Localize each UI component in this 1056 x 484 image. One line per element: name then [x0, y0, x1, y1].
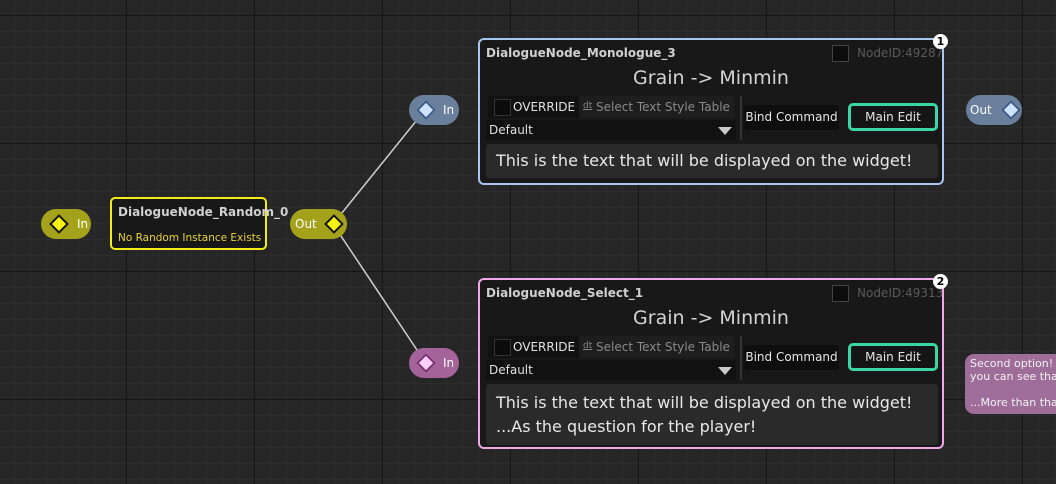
option-line — [970, 383, 1056, 396]
override-checkbox[interactable] — [494, 99, 511, 116]
random-node[interactable]: DialogueNode_Random_0 No Random Instance… — [110, 197, 288, 250]
monologue-out-pin[interactable]: Out — [966, 95, 1022, 125]
wire-to-select — [332, 223, 426, 363]
random-out-label: Out — [295, 217, 317, 231]
override-label: OVERRIDE — [513, 340, 576, 354]
style-combo[interactable]: Default — [486, 120, 736, 140]
monologue-in-pin[interactable]: In — [409, 95, 459, 125]
text-style-placeholder: Select Text Style Table — [596, 100, 730, 114]
speaker-heading: Grain -> Minmin — [633, 67, 789, 89]
node-checkbox[interactable] — [832, 285, 849, 302]
dialogue-text[interactable]: This is the text that will be displayed … — [486, 144, 938, 178]
override-checkbox[interactable] — [494, 339, 511, 356]
pin-diamond-icon — [323, 214, 344, 234]
pin-diamond-icon — [416, 100, 436, 120]
monologue-in-label: In — [443, 103, 455, 117]
pin-diamond-icon — [1000, 100, 1021, 120]
select-in-pin[interactable]: In — [409, 348, 459, 378]
combo-value: Default — [489, 123, 533, 137]
datatable-icon: dt — [583, 101, 593, 111]
combo-value: Default — [489, 363, 533, 377]
node-index-badge: 2 — [933, 274, 948, 289]
node-id: NodeID:49287 — [857, 46, 944, 60]
text-style-table-selector[interactable]: dt Select Text Style Table — [579, 96, 734, 118]
bind-command-button[interactable]: Bind Command — [744, 105, 839, 130]
style-combo[interactable]: Default — [486, 360, 736, 380]
node-id: NodeID:49313 — [857, 286, 944, 300]
style-row: OVERRIDE dt Select Text Style Table — [488, 336, 734, 358]
random-in-pin[interactable]: In — [41, 209, 91, 239]
monologue-out-label: Out — [970, 103, 992, 117]
option-line: Second option! — [970, 357, 1054, 370]
wire-to-monologue — [332, 109, 426, 225]
dialogue-line: This is the text that will be displayed … — [496, 151, 913, 170]
node-index-badge: 1 — [933, 34, 948, 49]
dialogue-line: ...As the question for the player! — [496, 417, 757, 436]
datatable-icon: dt — [583, 341, 593, 351]
node-title: DialogueNode_Monologue_3 — [486, 46, 676, 60]
select-node[interactable]: DialogueNode_Select_1 NodeID:49313 2 Gra… — [478, 274, 948, 449]
pin-diamond-icon — [416, 353, 436, 373]
option-line: you can see tha — [970, 370, 1056, 383]
pin-diamond-icon — [49, 214, 69, 234]
random-node-status: No Random Instance Exists — [118, 232, 262, 244]
main-edit-button[interactable]: Main Edit — [848, 103, 938, 131]
node-checkbox[interactable] — [832, 45, 849, 62]
main-edit-button[interactable]: Main Edit — [848, 343, 938, 371]
option-line: ...More than tha — [970, 396, 1056, 409]
speaker-heading: Grain -> Minmin — [633, 307, 789, 329]
random-node-title: DialogueNode_Random_0 — [118, 205, 289, 219]
divider — [740, 96, 742, 140]
dialogue-text[interactable]: This is the text that will be displayed … — [486, 384, 938, 445]
dialogue-line: This is the text that will be displayed … — [496, 393, 913, 412]
text-style-placeholder: Select Text Style Table — [596, 340, 730, 354]
node-title: DialogueNode_Select_1 — [486, 286, 644, 300]
divider — [740, 336, 742, 380]
chevron-down-icon — [718, 367, 732, 375]
random-in-label: In — [77, 217, 89, 231]
style-row: OVERRIDE dt Select Text Style Table — [488, 96, 734, 118]
monologue-node[interactable]: DialogueNode_Monologue_3 NodeID:49287 1 … — [478, 34, 948, 185]
bind-command-button[interactable]: Bind Command — [744, 345, 839, 370]
select-option-bubble[interactable]: Second option! you can see tha ...More t… — [965, 354, 1056, 414]
override-label: OVERRIDE — [513, 100, 576, 114]
random-out-pin[interactable]: Out — [290, 209, 347, 239]
select-in-label: In — [443, 356, 455, 370]
chevron-down-icon — [718, 127, 732, 135]
text-style-table-selector[interactable]: dt Select Text Style Table — [579, 336, 734, 358]
